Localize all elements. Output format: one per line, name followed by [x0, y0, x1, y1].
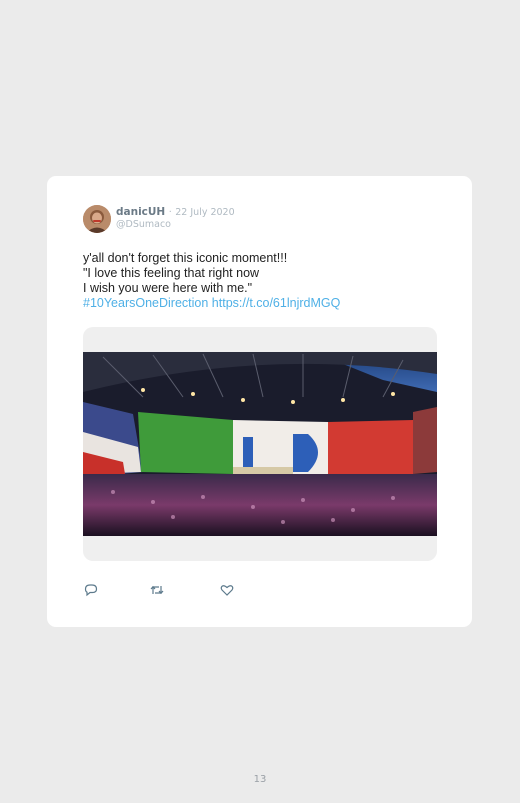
author-handle[interactable]: @DSumaco — [116, 219, 171, 231]
tweet-links-line: #10YearsOneDirection https://t.co/61lnjr… — [83, 296, 453, 311]
url-link[interactable]: https://t.co/61lnjrdMGQ — [212, 296, 341, 310]
tweet-line: I wish you were here with me." — [83, 281, 253, 295]
tweet-line: "I love this feeling that right now — [83, 266, 260, 280]
tweet-date[interactable]: 22 July 2020 — [175, 207, 234, 218]
tweet-text: y'all don't forget this iconic moment!!!… — [83, 251, 453, 311]
retweet-icon[interactable] — [149, 582, 165, 598]
reply-icon[interactable] — [83, 582, 99, 598]
page-number: 13 — [253, 774, 267, 785]
author-name[interactable]: danicUH — [116, 206, 165, 218]
media-container — [83, 327, 437, 561]
tweet-line: y'all don't forget this iconic moment!!! — [83, 251, 288, 265]
avatar[interactable] — [83, 205, 111, 233]
hashtag-link[interactable]: #10YearsOneDirection — [83, 296, 208, 310]
tweet-card: danicUH · 22 July 2020 @DSumaco y'all do… — [47, 176, 472, 627]
separator-dot: · — [168, 207, 172, 218]
user-avatar-photo — [83, 205, 111, 233]
stadium-concert-photo[interactable] — [83, 352, 437, 536]
heart-icon[interactable] — [219, 582, 235, 598]
tweet-author-line: danicUH · 22 July 2020 — [116, 206, 235, 219]
